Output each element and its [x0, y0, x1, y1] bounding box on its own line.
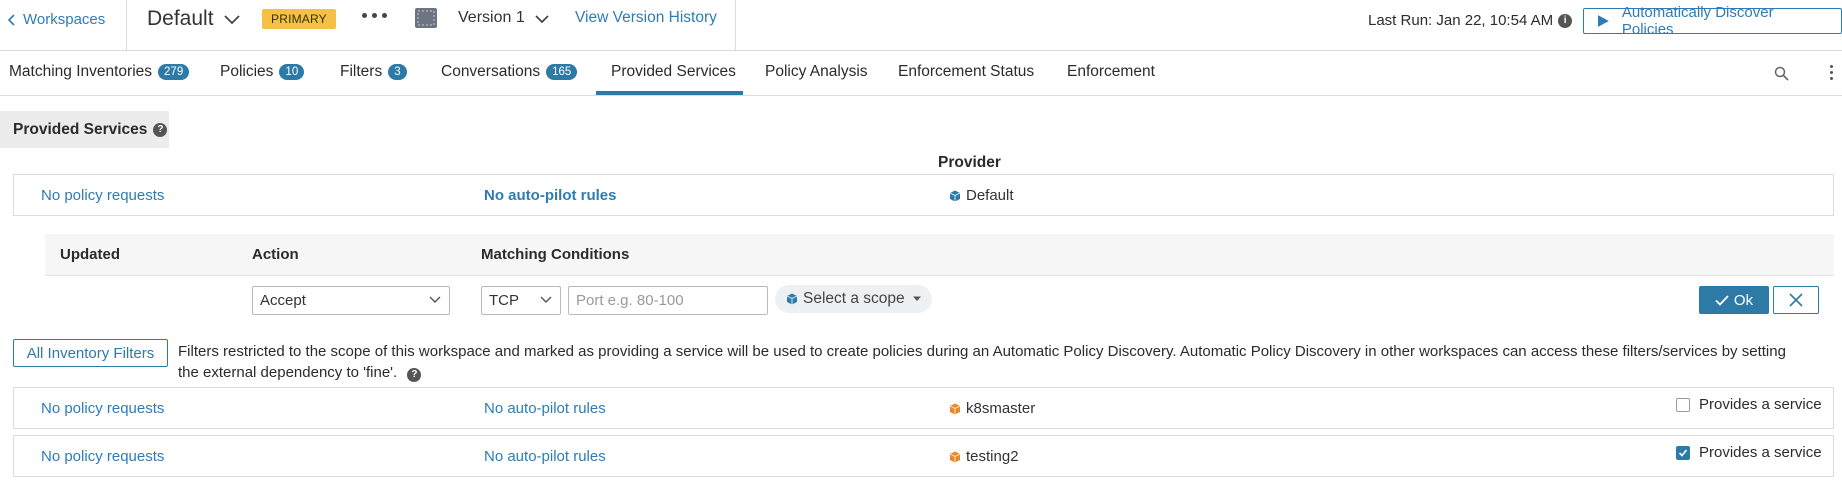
- provides-service-checkbox[interactable]: Provides a service: [1676, 444, 1822, 461]
- action-select-value: Accept: [260, 292, 306, 309]
- scope-k8smaster[interactable]: k8smaster: [949, 400, 1035, 417]
- divider: [126, 0, 127, 50]
- filters-description: Filters restricted to the scope of this …: [178, 341, 1798, 383]
- workspace-selector[interactable]: Default: [147, 7, 241, 31]
- tab-conversations[interactable]: Conversations 165: [441, 63, 578, 81]
- tab-label: Filters: [340, 63, 383, 80]
- provider-column-header: Provider: [938, 154, 1001, 171]
- auto-discover-label: Automatically Discover Policies: [1621, 4, 1774, 38]
- scope-name: k8smaster: [966, 400, 1036, 417]
- tab-label: Policy Analysis: [765, 63, 868, 80]
- tab-label: Conversations: [441, 63, 541, 80]
- top-bar: Workspaces Default PRIMARY Version 1 Vie…: [0, 0, 1842, 51]
- version-selector[interactable]: Version 1: [458, 9, 550, 27]
- scope-name: Default: [966, 187, 1014, 204]
- tab-count-badge: 3: [388, 64, 407, 80]
- chevron-down-icon: [540, 296, 552, 303]
- checkbox-checked[interactable]: [1676, 445, 1690, 460]
- kebab-menu-icon[interactable]: [1830, 65, 1833, 80]
- search-icon[interactable]: [1774, 66, 1789, 81]
- tab-count-badge: 165: [546, 64, 578, 80]
- rule-editor-header: Updated Action Matching Conditions: [45, 234, 1834, 276]
- tab-label: Enforcement Status: [898, 63, 1035, 80]
- port-input-placeholder: Port e.g. 80-100: [576, 292, 684, 309]
- tab-filters[interactable]: Filters 3: [340, 63, 407, 81]
- provides-service-checkbox[interactable]: Provides a service: [1676, 396, 1822, 413]
- all-inventory-filters-button[interactable]: All Inventory Filters: [13, 339, 168, 367]
- tab-matching-inventories[interactable]: Matching Inventories 279: [9, 63, 190, 81]
- version-history-link[interactable]: View Version History: [575, 9, 717, 27]
- primary-badge: PRIMARY: [262, 9, 336, 29]
- chevron-left-icon: [7, 13, 15, 26]
- action-column-header: Action: [252, 246, 299, 263]
- check-icon: [1678, 448, 1688, 457]
- protocol-select[interactable]: TCP: [481, 286, 561, 315]
- tab-policy-analysis[interactable]: Policy Analysis: [765, 63, 868, 81]
- scope-select[interactable]: Select a scope: [775, 285, 932, 313]
- filter-cube-icon: [949, 451, 961, 462]
- policy-requests-link[interactable]: No policy requests: [41, 187, 164, 204]
- filter-row: No policy requests No auto-pilot rules k…: [13, 387, 1834, 429]
- scope-cube-icon: [949, 190, 961, 201]
- play-icon: [1597, 15, 1609, 27]
- check-icon: [1715, 294, 1729, 306]
- scope-select-placeholder: Select a scope: [803, 290, 905, 307]
- ok-label: Ok: [1733, 291, 1754, 309]
- tab-count-badge: 10: [279, 64, 305, 80]
- workspace-name: Default: [147, 7, 214, 30]
- auto-discover-button[interactable]: Automatically Discover Policies: [1583, 4, 1842, 38]
- cancel-button[interactable]: [1773, 286, 1819, 314]
- tab-enforcement-status[interactable]: Enforcement Status: [898, 63, 1034, 81]
- protocol-select-value: TCP: [489, 292, 519, 309]
- last-run-text: Last Run: Jan 22, 10:54 AM: [1368, 12, 1554, 29]
- policy-requests-link[interactable]: No policy requests: [41, 400, 164, 417]
- autopilot-rules-link[interactable]: No auto-pilot rules: [484, 187, 617, 204]
- chevron-down-icon: [223, 15, 240, 25]
- divider: [735, 0, 736, 50]
- chevron-down-icon: [429, 296, 441, 303]
- info-icon: i: [1558, 13, 1573, 28]
- section-title: Provided Services ?: [0, 111, 169, 148]
- tab-policies[interactable]: Policies 10: [220, 63, 305, 81]
- autopilot-rules-link[interactable]: No auto-pilot rules: [484, 400, 606, 417]
- port-input[interactable]: Port e.g. 80-100: [568, 286, 768, 315]
- tab-label: Policies: [220, 63, 274, 80]
- active-tab-indicator: [596, 91, 743, 95]
- tab-label: Provided Services: [611, 63, 736, 80]
- tab-provided-services[interactable]: Provided Services: [611, 63, 736, 81]
- checkbox-unchecked[interactable]: [1676, 397, 1690, 412]
- tab-label: Enforcement: [1067, 63, 1155, 80]
- action-select[interactable]: Accept: [252, 286, 450, 315]
- provider-row-default: No policy requests No auto-pilot rules D…: [13, 174, 1834, 216]
- filter-cube-icon: [949, 403, 961, 414]
- back-to-workspaces-link[interactable]: Workspaces: [7, 11, 105, 28]
- close-icon: [1789, 293, 1803, 307]
- updated-column-header: Updated: [60, 246, 120, 263]
- autopilot-rules-link[interactable]: No auto-pilot rules: [484, 448, 606, 465]
- help-icon[interactable]: ?: [153, 122, 168, 137]
- back-label: Workspaces: [23, 11, 106, 28]
- tab-label: Matching Inventories: [9, 63, 153, 80]
- chevron-down-icon: [535, 14, 549, 23]
- provides-service-label: Provides a service: [1699, 396, 1822, 413]
- scope-cube-icon: [786, 293, 798, 305]
- tab-count-badge: 279: [158, 64, 190, 80]
- ok-button[interactable]: Ok: [1699, 286, 1769, 314]
- scope-testing2[interactable]: testing2: [949, 448, 1019, 465]
- matching-conditions-header: Matching Conditions: [481, 246, 630, 263]
- workspace-icon[interactable]: [414, 7, 438, 29]
- version-label: Version 1: [458, 9, 525, 26]
- scope-name: testing2: [966, 448, 1019, 465]
- scope-default[interactable]: Default: [949, 187, 1014, 204]
- tab-bar: Matching Inventories 279 Policies 10 Fil…: [0, 51, 1842, 96]
- policy-requests-link[interactable]: No policy requests: [41, 448, 164, 465]
- more-options-icon[interactable]: [362, 13, 387, 18]
- tab-enforcement[interactable]: Enforcement: [1067, 63, 1155, 81]
- section-title-text: Provided Services: [13, 120, 148, 138]
- provides-service-label: Provides a service: [1699, 444, 1822, 461]
- filter-row: No policy requests No auto-pilot rules t…: [13, 435, 1834, 477]
- caret-down-icon: [912, 296, 921, 301]
- last-run: Last Run: Jan 22, 10:54 AM i: [1368, 12, 1573, 29]
- help-icon[interactable]: ?: [407, 367, 422, 382]
